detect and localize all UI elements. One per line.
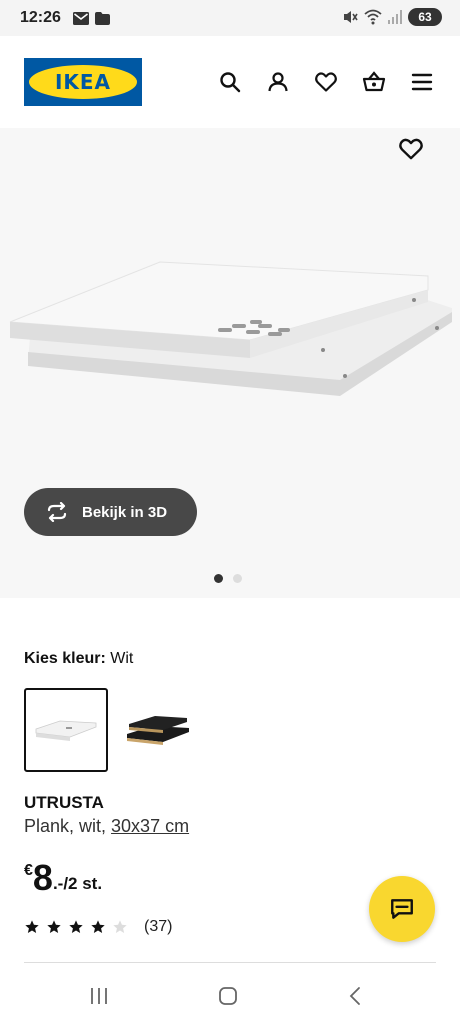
product-image — [9, 261, 452, 396]
chat-button[interactable] — [369, 876, 435, 942]
product-description-text: Plank, wit, — [24, 816, 112, 836]
battery-icon: 63 — [408, 8, 442, 26]
product-rating[interactable]: (37) — [24, 918, 172, 936]
system-navigation-bar — [0, 966, 460, 1024]
add-to-favourites-icon[interactable] — [398, 136, 424, 162]
color-swatch-white[interactable] — [24, 688, 108, 772]
logo-text: IKEA — [54, 70, 112, 94]
view-in-3d-label: Bekijk in 3D — [82, 503, 168, 521]
color-swatch-black[interactable] — [116, 688, 200, 772]
pagination-dot-active[interactable] — [214, 574, 223, 583]
gallery-pagination — [214, 574, 242, 583]
status-time: 12:26 — [20, 9, 61, 26]
battery-level: 63 — [418, 10, 432, 24]
wifi-icon — [364, 9, 382, 25]
basket-icon[interactable] — [362, 70, 386, 94]
rotate-3d-icon — [47, 502, 67, 522]
price-unit: .-/2 st. — [52, 874, 103, 893]
star-filled-icon — [69, 920, 83, 933]
product-name: UTRUSTA — [24, 793, 104, 812]
status-bar: 12:26 63 — [0, 0, 460, 36]
star-filled-icon — [91, 920, 105, 933]
home-icon[interactable] — [216, 984, 240, 1008]
black-shelf-thumbnail — [127, 716, 189, 745]
search-icon[interactable] — [218, 70, 242, 94]
white-shelf-thumbnail — [35, 720, 97, 741]
price-currency: € — [24, 862, 33, 879]
color-value: Wit — [110, 650, 134, 667]
price-amount: 8 — [32, 857, 53, 898]
mail-icon — [72, 11, 89, 25]
view-in-3d-button[interactable]: Bekijk in 3D — [24, 488, 197, 536]
star-filled-icon — [47, 920, 61, 933]
pagination-dot[interactable] — [233, 574, 242, 583]
site-header: IKEA — [0, 36, 460, 128]
menu-icon[interactable] — [410, 70, 434, 94]
product-size-link[interactable]: 30x37 cm — [111, 816, 189, 836]
recent-apps-icon[interactable] — [87, 984, 111, 1008]
account-icon[interactable] — [266, 70, 290, 94]
ikea-logo[interactable]: IKEA — [24, 58, 142, 106]
folder-icon — [94, 11, 110, 25]
product-gallery[interactable]: Bekijk in 3D — [0, 128, 460, 598]
review-count: (37) — [144, 918, 173, 935]
color-chooser-label: Kies kleur: Wit — [24, 650, 133, 668]
star-empty-icon — [113, 920, 127, 933]
back-icon[interactable] — [344, 984, 368, 1008]
heart-icon[interactable] — [314, 70, 338, 94]
chat-icon — [391, 899, 413, 919]
divider — [24, 962, 436, 963]
signal-icon — [388, 10, 402, 24]
color-label: Kies kleur: — [24, 650, 106, 667]
mute-icon — [344, 11, 358, 23]
star-filled-icon — [25, 920, 39, 933]
product-description: Plank, wit, 30x37 cm — [24, 816, 189, 837]
product-price: € 8 .-/2 st. — [24, 860, 102, 896]
